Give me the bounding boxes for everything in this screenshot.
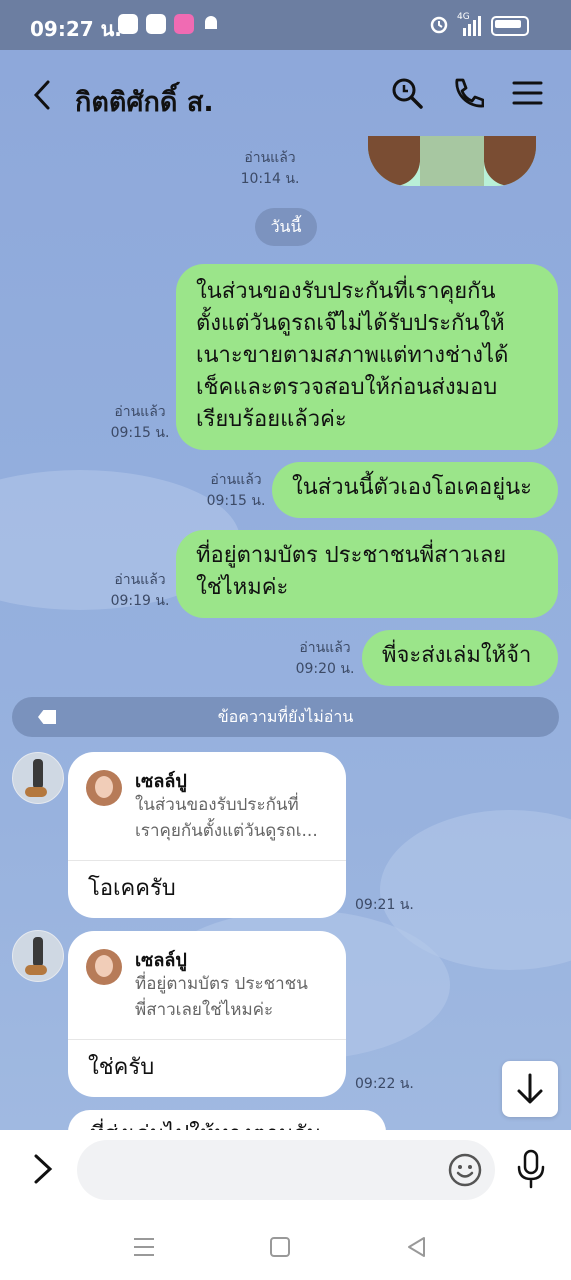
battery-icon (491, 16, 529, 36)
message-input[interactable] (77, 1140, 495, 1200)
outgoing-message[interactable]: ในส่วนของรับประกันที่เราคุยกัน ตั้งแต่วั… (176, 264, 558, 450)
message-line: ในส่วนนี้ตัวเองโอเคอยู่นะ (292, 475, 532, 500)
message-line: ตั้งแต่วันดูรถเจ๊ไม่ได้รับประกันให้ (196, 311, 505, 336)
read-status: อ่านแล้ว (244, 150, 296, 166)
status-bar: 09:27 น. 4G (0, 0, 571, 50)
back-nav-button[interactable] (404, 1234, 430, 1260)
reply-line: ที่อยู่ตามบัตร ประชาชน (135, 974, 308, 994)
read-status: อ่านแล้ว (299, 640, 351, 656)
network-type-label: 4G (457, 12, 470, 22)
read-status: อ่านแล้ว (114, 572, 166, 588)
date-divider: วันนี้ (255, 208, 317, 246)
reply-line: ในส่วนของรับประกันที่ (135, 795, 299, 815)
tag-icon (38, 710, 56, 724)
reply-line: เราคุยกันตั้งแต่วันดูรถเ... (135, 821, 318, 841)
outgoing-meta: อ่านแล้ว 09:15 น. (204, 470, 268, 512)
menu-icon (134, 1238, 154, 1256)
message-line: พี่จะส่งเล่มให้จ้า (382, 643, 532, 668)
outgoing-meta: อ่านแล้ว 09:20 น. (293, 638, 357, 680)
incoming-message[interactable]: เซลล์ปู ในส่วนของรับประกันที่ เราคุยกันต… (68, 752, 346, 918)
message-time: 09:15 น. (110, 425, 170, 441)
message-time: 09:20 น. (295, 661, 355, 677)
system-status-icons: 4G (429, 12, 529, 38)
message-line: เช็คและตรวจสอบให้ก่อนส่งมอบ (196, 375, 498, 400)
message-line: เนาะขายตามสภาพแต่ทางช่างได้ (196, 343, 509, 368)
outgoing-meta: อ่านแล้ว 09:19 น. (108, 570, 172, 612)
back-button[interactable] (28, 78, 58, 112)
recent-apps-button[interactable] (131, 1234, 157, 1260)
message-time: 10:14 น. (240, 171, 300, 187)
microphone-button[interactable] (514, 1147, 548, 1191)
phone-icon[interactable] (450, 76, 485, 110)
reply-quote[interactable]: เซลล์ปู ในส่วนของรับประกันที่ เราคุยกันต… (68, 752, 346, 861)
message-text: โอเคครับ (88, 876, 176, 901)
chat-title: กิตติศักดิ์ ส. (75, 87, 214, 118)
microphone-icon (517, 1149, 545, 1189)
reply-line: พี่สาวเลยใช่ไหมค่ะ (135, 1000, 274, 1020)
menu-icon[interactable] (511, 76, 545, 110)
read-status: อ่านแล้ว (114, 404, 166, 420)
signal-icon: 4G (457, 12, 483, 36)
message-line: ใช่ไหมค่ะ (196, 575, 289, 600)
input-bar (0, 1130, 571, 1212)
reply-text: ในส่วนของรับประกันที่ เราคุยกันตั้งแต่วั… (135, 792, 335, 844)
reply-avatar (86, 949, 122, 985)
reply-sender-name: เซลล์ปู (135, 950, 187, 971)
message-line: ที่อยู่ตามบัตร ประชาชนพี่สาวเลย (196, 543, 507, 568)
sticker-message[interactable] (368, 136, 536, 186)
emoji-button[interactable] (447, 1152, 483, 1188)
triangle-back-icon (408, 1237, 425, 1257)
notification-icons (118, 14, 220, 34)
expand-menu-button[interactable] (30, 1152, 56, 1186)
app-notification-icon (118, 14, 138, 34)
unread-divider: ข้อความที่ยังไม่อ่าน (12, 697, 559, 737)
outgoing-message[interactable]: พี่จะส่งเล่มให้จ้า (362, 630, 558, 686)
emoji-icon (448, 1153, 482, 1187)
home-button[interactable] (267, 1234, 293, 1260)
avatar[interactable] (12, 752, 64, 804)
reply-text: ที่อยู่ตามบัตร ประชาชน พี่สาวเลยใช่ไหมค่… (135, 971, 335, 1023)
reply-sender-name: เซลล์ปู (135, 771, 187, 792)
scroll-to-bottom-button[interactable] (502, 1061, 558, 1117)
reply-avatar (86, 770, 122, 806)
message-time: 09:22 น. (355, 1076, 414, 1092)
system-navigation-bar (0, 1212, 571, 1280)
outgoing-meta: อ่านแล้ว 09:15 น. (108, 402, 172, 444)
reply-quote[interactable]: เซลล์ปู ที่อยู่ตามบัตร ประชาชน พี่สาวเลย… (68, 931, 346, 1040)
incoming-message[interactable]: เซลล์ปู ที่อยู่ตามบัตร ประชาชน พี่สาวเลย… (68, 931, 346, 1097)
sticker-read-meta: อ่านแล้ว 10:14 น. (240, 148, 300, 190)
message-time: 09:19 น. (110, 593, 170, 609)
avatar[interactable] (12, 930, 64, 982)
gallery-app-icon (174, 14, 194, 34)
android-icon (202, 14, 220, 32)
line-app-icon (146, 14, 166, 34)
status-time: 09:27 น. (30, 17, 122, 41)
search-icon[interactable] (390, 76, 424, 110)
chat-header: กิตติศักดิ์ ส. (0, 50, 571, 138)
message-time: 09:21 น. (355, 897, 414, 913)
message-line: ในส่วนของรับประกันที่เราคุยกัน (196, 279, 496, 304)
square-icon (270, 1237, 290, 1257)
outgoing-message[interactable]: ที่อยู่ตามบัตร ประชาชนพี่สาวเลย ใช่ไหมค่… (176, 530, 558, 618)
message-time: 09:15 น. (206, 493, 266, 509)
outgoing-message[interactable]: ในส่วนนี้ตัวเองโอเคอยู่นะ (272, 462, 558, 518)
read-status: อ่านแล้ว (210, 472, 262, 488)
message-text: ใช่ครับ (88, 1055, 155, 1080)
arrow-down-icon (517, 1073, 543, 1104)
unread-label: ข้อความที่ยังไม่อ่าน (217, 707, 354, 726)
alarm-icon (429, 14, 449, 38)
message-line: เรียบร้อยแล้วค่ะ (196, 407, 347, 432)
